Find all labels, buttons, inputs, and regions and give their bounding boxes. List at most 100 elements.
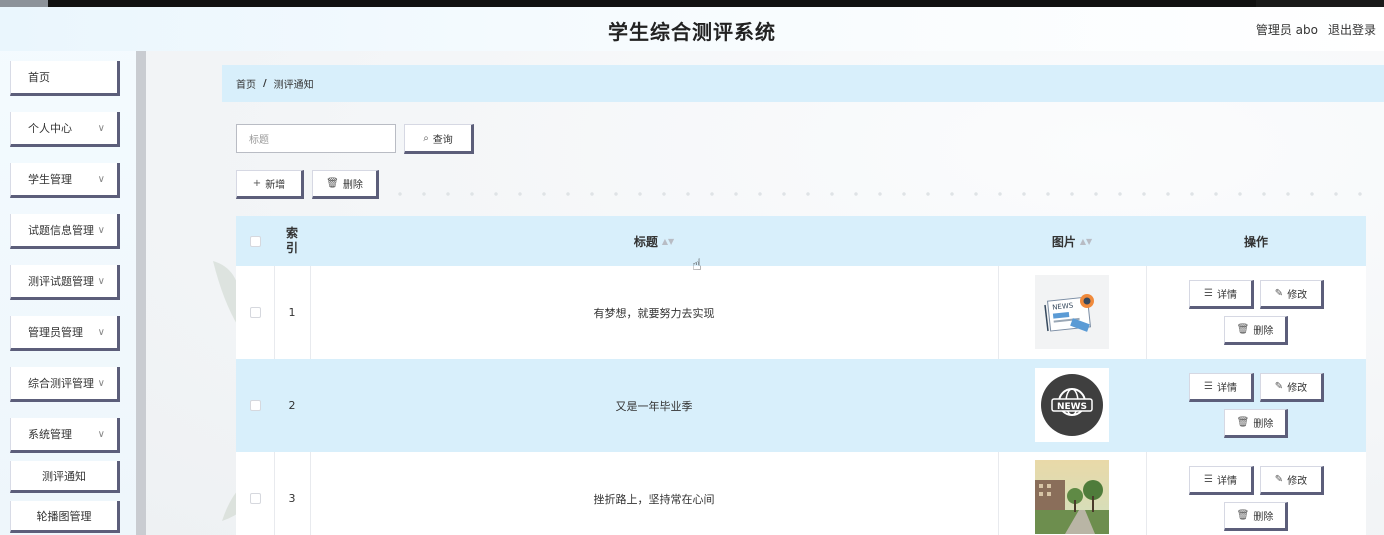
- dotted-decoration: [388, 192, 1378, 196]
- column-header-ops: 操作: [1146, 216, 1366, 266]
- sidebar-item-eval-question-management[interactable]: 测评试题管理 ∨: [10, 265, 120, 300]
- table-row: 1 有梦想，就要努力去实现 NEWS ☰ 详情 ✎ 修改 🗑 删除: [236, 266, 1366, 359]
- delete-button[interactable]: 🗑 删除: [1224, 502, 1288, 531]
- column-header-index: 索引: [274, 216, 310, 266]
- column-divider: [998, 266, 999, 359]
- sidebar-item-label: 综合测评管理: [28, 377, 94, 390]
- news-globe-thumbnail: NEWS: [1035, 368, 1109, 442]
- search-placeholder: 标题: [249, 135, 269, 146]
- chevron-down-icon: ∨: [97, 123, 105, 134]
- pencil-icon: ✎: [1274, 288, 1284, 299]
- sidebar-divider: [136, 51, 146, 535]
- batch-delete-button[interactable]: 🗑 删除: [312, 170, 379, 199]
- chevron-down-icon: ∨: [97, 378, 105, 389]
- detail-button[interactable]: ☰ 详情: [1189, 280, 1254, 309]
- row-index: 3: [288, 492, 296, 505]
- header-checkbox-cell: [236, 216, 274, 266]
- delete-button-label: 删除: [1253, 512, 1274, 523]
- chevron-down-icon: ∨: [97, 429, 105, 440]
- sort-icon[interactable]: ▲▼: [662, 237, 674, 246]
- column-header-ops-label: 操作: [1243, 234, 1268, 249]
- row-title: 有梦想，就要努力去实现: [593, 306, 715, 320]
- column-header-index-label: 索引: [285, 226, 298, 255]
- delete-button-label: 删除: [1253, 326, 1274, 337]
- batch-delete-button-label: 删除: [342, 180, 363, 191]
- sidebar-item-system-management[interactable]: 系统管理 ∨: [10, 418, 120, 453]
- breadcrumb-separator: /: [263, 78, 267, 89]
- column-header-image[interactable]: 图片 ▲▼: [998, 216, 1146, 266]
- select-all-checkbox[interactable]: [249, 235, 261, 247]
- campus-photo-thumbnail: [1035, 460, 1109, 534]
- news-illustration-thumbnail: NEWS: [1035, 275, 1109, 349]
- sidebar-item-label: 管理员管理: [28, 326, 83, 339]
- column-header-title-label: 标题: [633, 234, 658, 249]
- detail-button-label: 详情: [1216, 290, 1237, 301]
- row-checkbox[interactable]: [249, 307, 261, 318]
- breadcrumb-current: 测评通知: [273, 80, 314, 91]
- row-checkbox[interactable]: [249, 400, 261, 411]
- sidebar-subitem-carousel-management[interactable]: 轮播图管理: [10, 501, 120, 533]
- sidebar-item-personal-center[interactable]: 个人中心 ∨: [10, 112, 120, 147]
- column-header-image-label: 图片: [1051, 234, 1076, 249]
- edit-button-label: 修改: [1287, 476, 1308, 487]
- document-icon: ☰: [1204, 474, 1213, 485]
- logout-link[interactable]: 退出登录: [1328, 21, 1376, 38]
- column-header-title[interactable]: 标题 ▲▼: [310, 216, 998, 266]
- delete-button-label: 删除: [1253, 419, 1274, 430]
- sidebar-item-admin-management[interactable]: 管理员管理 ∨: [10, 316, 120, 351]
- detail-button-label: 详情: [1216, 383, 1237, 394]
- edit-button[interactable]: ✎ 修改: [1260, 373, 1324, 402]
- edit-button-label: 修改: [1287, 290, 1308, 301]
- add-button-label: 新增: [265, 180, 286, 191]
- pencil-icon: ✎: [1274, 474, 1284, 485]
- row-checkbox-cell: [236, 266, 274, 359]
- trash-icon: 🗑: [326, 178, 339, 189]
- detail-button[interactable]: ☰ 详情: [1189, 373, 1254, 402]
- sidebar-item-comprehensive-eval-management[interactable]: 综合测评管理 ∨: [10, 367, 120, 402]
- table-row: 3 挫折路上，坚持常在心间 ☰ 详情 ✎ 修改 🗑 删除: [236, 452, 1366, 535]
- chevron-down-icon: ∨: [97, 174, 105, 185]
- breadcrumb-home[interactable]: 首页: [236, 76, 256, 91]
- sidebar-subitem-label: 测评通知: [42, 469, 86, 483]
- sidebar-item-home[interactable]: 首页: [10, 61, 120, 96]
- window-top-bar: [0, 0, 1384, 14]
- row-checkbox-cell: [236, 359, 274, 452]
- sidebar-item-label: 首页: [28, 71, 50, 84]
- sidebar-item-label: 系统管理: [28, 428, 72, 441]
- document-icon: ☰: [1204, 381, 1213, 392]
- column-divider: [1146, 266, 1147, 359]
- trash-icon: 🗑: [1236, 417, 1250, 428]
- search-button[interactable]: ⌕ 查询: [404, 124, 474, 154]
- edit-button-label: 修改: [1287, 383, 1308, 394]
- edit-button[interactable]: ✎ 修改: [1260, 280, 1324, 309]
- detail-button[interactable]: ☰ 详情: [1189, 466, 1254, 495]
- row-index: 1: [288, 306, 296, 319]
- app-header: 学生综合测评系统 管理员 abo 退出登录: [0, 7, 1384, 51]
- detail-button-label: 详情: [1216, 476, 1237, 487]
- current-user: 管理员 abo: [1255, 23, 1318, 37]
- column-divider: [998, 452, 999, 535]
- breadcrumb: 首页 / 测评通知: [222, 65, 1384, 102]
- delete-button[interactable]: 🗑 删除: [1224, 409, 1288, 438]
- chevron-down-icon: ∨: [97, 327, 105, 338]
- sidebar-item-student-management[interactable]: 学生管理 ∨: [10, 163, 120, 198]
- add-button[interactable]: + 新增: [236, 170, 304, 199]
- hand-cursor-icon: ☝: [692, 255, 702, 274]
- pencil-icon: ✎: [1274, 381, 1284, 392]
- app-title: 学生综合测评系统: [608, 20, 776, 44]
- svg-text:NEWS: NEWS: [1057, 402, 1087, 412]
- edit-button[interactable]: ✎ 修改: [1260, 466, 1324, 495]
- delete-button[interactable]: 🗑 删除: [1224, 316, 1288, 345]
- chevron-down-icon: ∨: [97, 225, 105, 236]
- sort-icon[interactable]: ▲▼: [1080, 237, 1092, 246]
- search-input[interactable]: 标题: [236, 124, 396, 153]
- sidebar-item-label: 测评试题管理: [28, 275, 94, 288]
- sidebar-item-label: 个人中心: [28, 122, 72, 135]
- trash-icon: 🗑: [1236, 324, 1250, 335]
- row-checkbox[interactable]: [249, 493, 261, 504]
- table-row: 2 又是一年毕业季 NEWS ☰ 详情 ✎ 修改 🗑 删除: [236, 359, 1366, 452]
- row-checkbox-cell: [236, 452, 274, 535]
- sidebar-item-question-info-management[interactable]: 试题信息管理 ∨: [10, 214, 120, 249]
- sidebar-subitem-eval-notice[interactable]: 测评通知: [10, 461, 120, 493]
- sidebar-subitem-label: 轮播图管理: [36, 509, 92, 523]
